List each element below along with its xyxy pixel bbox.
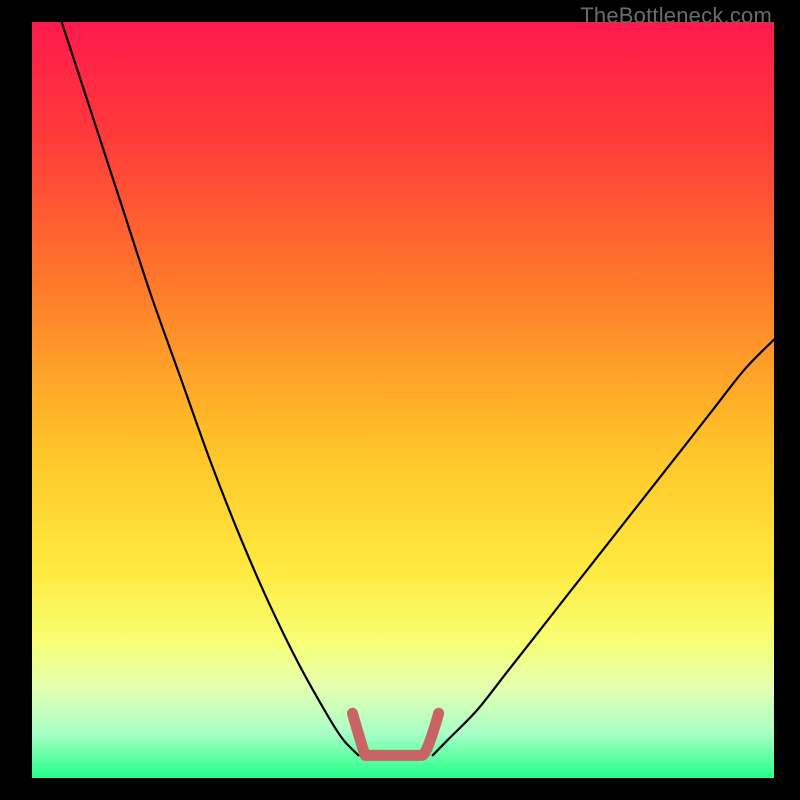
flat-marker bbox=[352, 713, 438, 755]
curve-layer bbox=[32, 22, 774, 778]
right-curve bbox=[433, 340, 774, 756]
left-curve bbox=[62, 22, 359, 755]
plot-area bbox=[32, 22, 774, 778]
watermark-text: TheBottleneck.com bbox=[580, 3, 772, 29]
chart-frame: TheBottleneck.com bbox=[0, 0, 800, 800]
